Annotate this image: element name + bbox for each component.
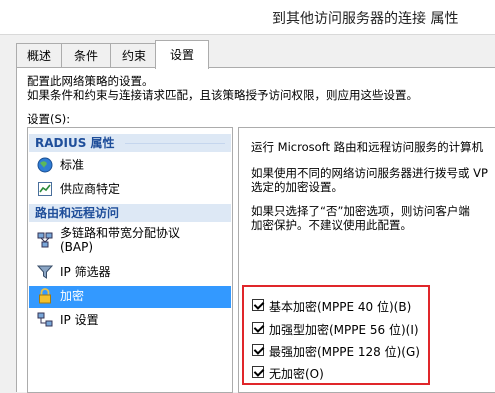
tab-conditions[interactable]: 条件	[61, 43, 111, 68]
checkbox-checked-icon	[252, 299, 264, 311]
settings-label: 设置(S):	[27, 112, 71, 126]
tree-item-ip-filters[interactable]: IP 筛选器	[29, 262, 231, 284]
tree-item-standard[interactable]: 标准	[29, 155, 231, 177]
window-title: 到其他访问服务器的连接 属性	[272, 11, 459, 27]
content-line-2: 如果使用不同的网络访问服务器进行拨号或 VP	[251, 166, 488, 180]
globe-icon	[37, 157, 53, 173]
tree-item-encryption[interactable]: 加密	[29, 286, 231, 308]
network-icon	[37, 232, 53, 248]
group-header-radius: RADIUS 属性	[29, 134, 231, 152]
description-line-2: 如果条件和约束与连接请求匹配，且该策略授予访问权限，则应用这些设置。	[27, 88, 418, 102]
tree-item-vendor-specific[interactable]: 供应商特定	[29, 179, 231, 201]
content-line-1: 运行 Microsoft 路由和远程访问服务的计算机	[251, 140, 484, 154]
checkbox-checked-icon	[252, 344, 264, 356]
tree-item-bap[interactable]: 多链路和带宽分配协议 (BAP)	[29, 224, 231, 258]
funnel-icon	[36, 264, 54, 280]
vendor-icon	[37, 181, 53, 197]
group-header-routing: 路由和远程访问	[29, 204, 231, 222]
tree-item-ip-settings[interactable]: IP 设置	[29, 310, 231, 332]
tab-settings[interactable]: 设置	[155, 40, 209, 69]
content-line-5: 加密保护。不建议使用此配置。	[251, 218, 412, 232]
checkbox-checked-icon	[252, 322, 264, 334]
title-bar: 到其他访问服务器的连接 属性	[0, 0, 495, 35]
divider	[125, 143, 225, 144]
content-line-3: 选定的加密设置。	[251, 180, 343, 194]
tab-overview[interactable]: 概述	[16, 43, 62, 68]
tab-constraints[interactable]: 约束	[110, 43, 158, 68]
content-line-4: 如果只选择了“否”加密选项，则访问客户端	[251, 204, 470, 218]
lock-icon	[37, 288, 53, 304]
ip-network-icon	[37, 312, 53, 328]
settings-tree[interactable]: RADIUS 属性 标准 供应商特定 路由和远程访问 多链路和带宽分配协议 (B…	[27, 127, 233, 393]
checkbox-checked-icon	[252, 366, 264, 378]
